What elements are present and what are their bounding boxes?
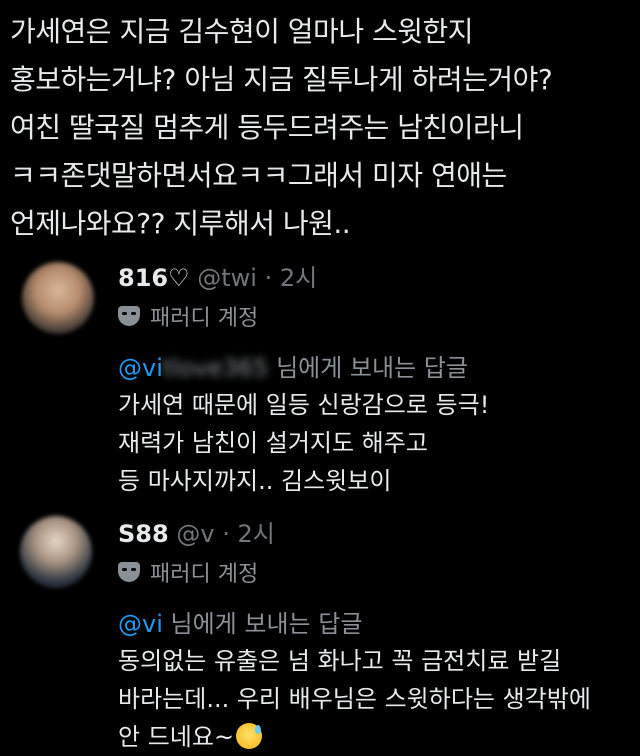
reply-header: S88 @v · 2시 <box>118 514 275 549</box>
handle[interactable]: @twi <box>197 264 257 292</box>
badge-label: 패러디 계정 <box>150 562 259 587</box>
reply-to-handle[interactable]: @vitlove365 <box>118 354 268 382</box>
handle[interactable]: @v <box>176 520 214 548</box>
post-line: 언제나와요?? 지루해서 나원.. <box>10 207 351 240</box>
reply-header: 816♡ @twi · 2시 <box>118 258 317 293</box>
blurred-handle: tlove365 <box>162 354 269 382</box>
mask-icon <box>118 562 140 582</box>
reply-line: 동의없는 유출은 넘 화나고 꼭 금전치료 받길 <box>118 647 562 675</box>
reply-text: 가세연 때문에 일등 신랑감으로 등극! 재력가 남친이 설거지도 해주고 등 … <box>118 386 489 500</box>
parody-badge: 패러디 계정 <box>118 300 258 332</box>
reply-line: 재력가 남친이 설거지도 해주고 <box>118 429 428 457</box>
avatar[interactable] <box>20 516 92 588</box>
reply-item[interactable]: 816♡ @twi · 2시 패러디 계정 @vitlove365 님에게 보내… <box>0 256 640 506</box>
post-line: 여친 딸국질 멈추게 등두드려주는 남친이라니 <box>10 111 524 144</box>
reply-line: 안 드네요~ <box>118 718 591 756</box>
reply-line: 등 마사지까지.. 김스윗보이 <box>118 467 392 495</box>
display-name[interactable]: 816♡ <box>118 264 190 292</box>
avatar[interactable] <box>22 262 94 334</box>
reply-to-suffix: 님에게 보내는 답글 <box>170 610 363 638</box>
post-line: 홍보하는거냐? 아님 지금 질투나게 하려는거야? <box>10 63 553 96</box>
reply-to-suffix: 님에게 보내는 답글 <box>276 354 468 382</box>
reply-line: 바라는데... 우리 배우님은 스윗하다는 생각밖에 <box>118 685 591 713</box>
post-line: ㅋㅋ존댓말하면서요ㅋㅋ그래서 미자 연애는 <box>10 159 507 192</box>
display-name[interactable]: S88 <box>118 520 169 548</box>
timestamp[interactable]: · 2시 <box>222 520 275 548</box>
post-line: 가세연은 지금 김수현이 얼마나 스윗한지 <box>10 15 474 48</box>
reply-to-handle[interactable]: @vi <box>118 610 163 638</box>
badge-label: 패러디 계정 <box>150 306 259 331</box>
mask-icon <box>118 306 140 326</box>
replying-to: @vitlove365 님에게 보내는 답글 <box>118 348 468 383</box>
replying-to: @vi 님에게 보내는 답글 <box>118 604 362 639</box>
reply-text: 동의없는 유출은 넘 화나고 꼭 금전치료 받길 바라는데... 우리 배우님은… <box>118 642 591 756</box>
parody-badge: 패러디 계정 <box>118 556 258 588</box>
reply-line: 가세연 때문에 일등 신랑감으로 등극! <box>118 391 490 419</box>
timestamp[interactable]: · 2시 <box>265 264 318 292</box>
sweat-smile-emoji-icon <box>236 723 263 749</box>
post-text: 가세연은 지금 김수현이 얼마나 스윗한지 홍보하는거냐? 아님 지금 질투나게… <box>10 8 635 248</box>
reply-item[interactable]: S88 @v · 2시 패러디 계정 @vi 님에게 보내는 답글 동의없는 유… <box>0 512 640 755</box>
